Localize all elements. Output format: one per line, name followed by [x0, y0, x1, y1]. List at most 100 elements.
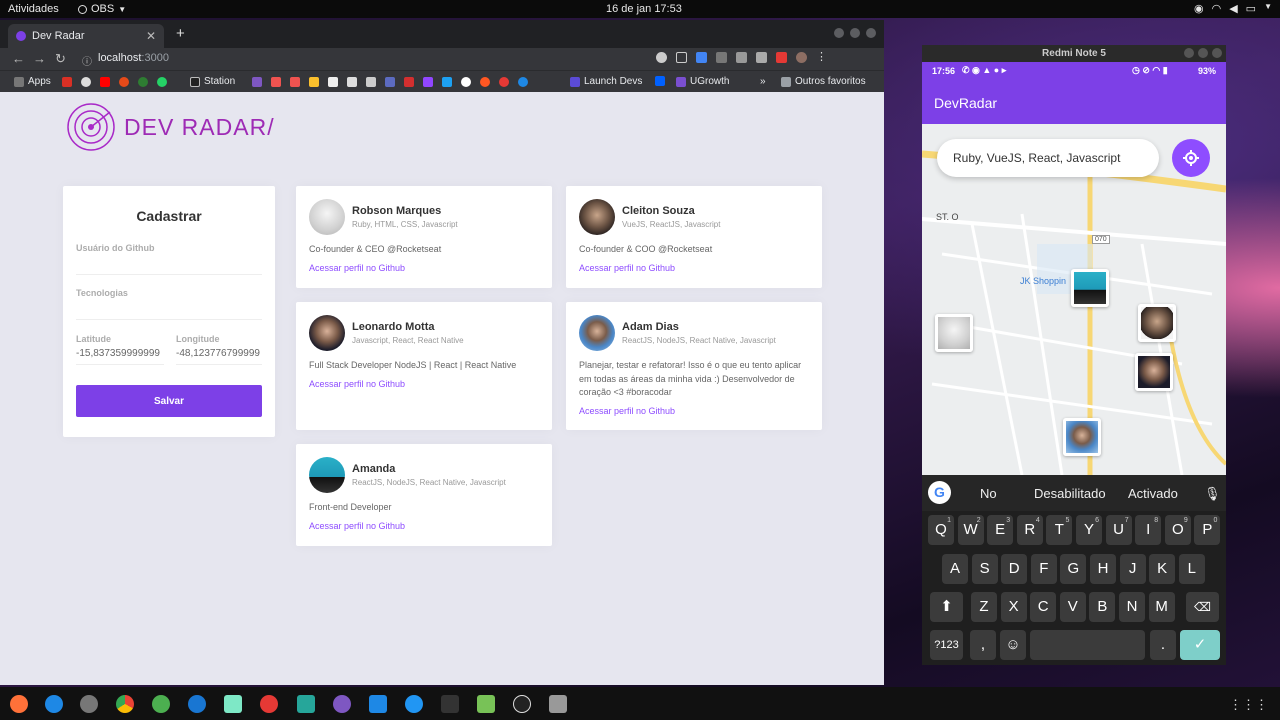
key-h[interactable]: H [1090, 554, 1116, 584]
bookmark-icon[interactable] [518, 77, 528, 87]
longitude-input[interactable]: -48,123776799999 [176, 348, 260, 359]
bookmark-icon[interactable] [366, 77, 376, 87]
bookmark-icon[interactable] [461, 77, 471, 87]
github-profile-link[interactable]: Acessar perfil no Github [309, 379, 405, 389]
bookmark-icon[interactable] [480, 77, 490, 87]
extension-icon[interactable] [756, 52, 767, 63]
github-profile-link[interactable]: Acessar perfil no Github [579, 406, 675, 416]
key-i[interactable]: I8 [1135, 515, 1162, 545]
key-x[interactable]: X [1000, 592, 1027, 622]
app-icon[interactable] [405, 695, 423, 713]
bookmark-icon[interactable] [138, 77, 148, 87]
bookmark-icon[interactable] [290, 77, 300, 87]
key-n[interactable]: N [1119, 592, 1145, 622]
key-g[interactable]: G [1060, 554, 1087, 584]
twitter-icon[interactable] [442, 77, 452, 87]
menu-icon[interactable]: ⋮ [816, 52, 827, 63]
bookmark-apps[interactable]: Apps [14, 76, 51, 87]
bookmark-icon[interactable] [119, 77, 129, 87]
app-icon[interactable] [333, 695, 351, 713]
app-store-icon[interactable] [45, 695, 63, 713]
suggestion[interactable]: Activado [1128, 486, 1178, 501]
google-icon[interactable]: G [928, 481, 951, 504]
close-window-button[interactable] [866, 28, 876, 38]
comma-key[interactable]: , [970, 630, 996, 660]
bookmark-icon[interactable] [385, 77, 395, 87]
bookmark-icon[interactable] [328, 77, 338, 87]
latitude-input[interactable]: -15,837359999999 [76, 348, 160, 359]
key-s[interactable]: S [971, 554, 998, 584]
close-tab-icon[interactable]: ✕ [146, 29, 156, 43]
done-key[interactable]: ✓ [1180, 630, 1220, 660]
extension-icon[interactable] [736, 52, 747, 63]
app-icon[interactable] [297, 695, 315, 713]
bookmark-ugrowth[interactable]: UGrowth [676, 76, 729, 87]
key-b[interactable]: B [1089, 592, 1116, 622]
key-z[interactable]: Z [971, 592, 997, 622]
techs-search-input[interactable]: Ruby, VueJS, React, Javascript [937, 139, 1159, 177]
extension-icon[interactable] [716, 52, 727, 63]
key-f[interactable]: F [1030, 554, 1057, 584]
period-key[interactable]: . [1150, 630, 1176, 660]
youtube-icon[interactable] [100, 77, 110, 87]
dev-map-marker[interactable] [1071, 269, 1109, 307]
twitch-icon[interactable] [423, 77, 433, 87]
github-profile-link[interactable]: Acessar perfil no Github [579, 263, 675, 273]
info-icon[interactable]: ⓘ [82, 53, 92, 68]
maximize-button[interactable] [850, 28, 860, 38]
key-u[interactable]: U7 [1105, 515, 1132, 545]
app-icon[interactable] [224, 695, 242, 713]
tab-dev-radar[interactable]: Dev Radar ✕ [8, 24, 164, 48]
app-icon[interactable] [188, 695, 206, 713]
obs-menu[interactable]: OBS ▼ [78, 3, 126, 15]
github-icon[interactable] [81, 77, 91, 87]
bookmark-icon[interactable] [499, 77, 509, 87]
mic-icon[interactable]: 🎙 [1204, 486, 1221, 502]
key-y[interactable]: Y6 [1076, 515, 1102, 545]
key-r[interactable]: R4 [1016, 515, 1043, 545]
techs-input[interactable] [76, 301, 262, 319]
profile-avatar-icon[interactable] [796, 52, 807, 63]
mongodb-icon[interactable] [152, 695, 170, 713]
dev-map-marker[interactable] [1135, 353, 1173, 391]
maximize-button[interactable] [1198, 48, 1208, 58]
key-l[interactable]: L [1178, 554, 1205, 584]
key-j[interactable]: J [1119, 554, 1146, 584]
key-v[interactable]: V [1059, 592, 1086, 622]
reload-icon[interactable]: ↻ [55, 51, 66, 67]
forward-icon[interactable]: → [33, 51, 46, 66]
minimize-button[interactable] [834, 28, 844, 38]
github-username-input[interactable] [76, 256, 262, 274]
firefox-icon[interactable] [10, 695, 28, 713]
show-apps-icon[interactable]: ⋮⋮⋮ [1229, 697, 1268, 713]
whatsapp-icon[interactable] [157, 77, 167, 87]
obs-icon[interactable] [513, 695, 531, 713]
clock[interactable]: 16 de jan 17:53 [606, 3, 682, 15]
key-m[interactable]: M [1148, 592, 1175, 622]
dev-map-marker[interactable] [1138, 304, 1176, 342]
gmail-icon[interactable] [62, 77, 72, 87]
terminal-icon[interactable] [441, 695, 459, 713]
bookmark-dropbox[interactable] [655, 76, 665, 86]
app-icon[interactable] [549, 695, 567, 713]
suggestion[interactable]: Desabilitado [1034, 486, 1106, 501]
shift-key[interactable]: ⬆ [930, 592, 963, 622]
key-k[interactable]: K [1149, 554, 1176, 584]
key-q[interactable]: Q1 [928, 515, 954, 545]
close-window-button[interactable] [1212, 48, 1222, 58]
vscode-icon[interactable] [369, 695, 387, 713]
backspace-key[interactable]: ⌫ [1186, 592, 1219, 622]
map-view[interactable]: Ruby, VueJS, React, Javascript ST. O 070… [922, 124, 1226, 475]
key-c[interactable]: C [1030, 592, 1057, 622]
more-bookmarks-button[interactable]: » [760, 76, 766, 87]
star-icon[interactable] [676, 52, 687, 63]
bookmark-icon[interactable] [271, 77, 281, 87]
bookmark-other[interactable]: Outros favoritos [781, 76, 866, 87]
bookmark-icon[interactable] [252, 77, 262, 87]
key-w[interactable]: W2 [957, 515, 984, 545]
settings-icon[interactable] [80, 695, 98, 713]
activities-button[interactable]: Atividades [8, 3, 59, 15]
emoji-key[interactable]: ☺ [1000, 630, 1026, 660]
bookmark-icon[interactable] [309, 77, 319, 87]
key-e[interactable]: E3 [987, 515, 1014, 545]
